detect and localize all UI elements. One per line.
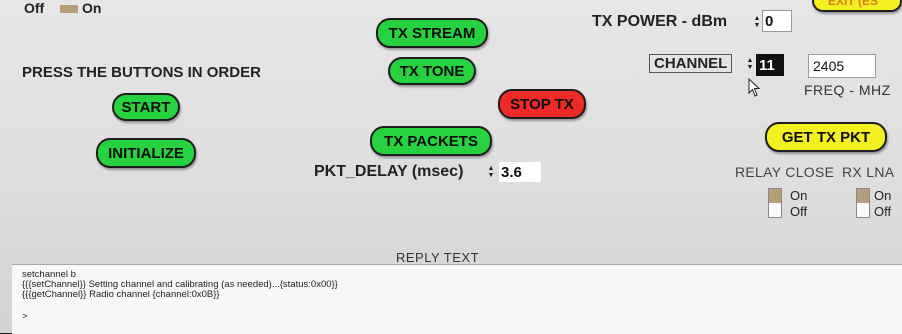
tx-packets-button[interactable]: TX PACKETS (370, 126, 492, 156)
tx-tone-button[interactable]: TX TONE (388, 57, 476, 85)
instructions-text: PRESS THE BUTTONS IN ORDER (22, 64, 261, 81)
spin-down-icon[interactable]: ▼ (747, 64, 754, 71)
pkt-delay-input[interactable]: 3.6 (498, 161, 542, 183)
tx-power-input[interactable]: 0 (762, 10, 792, 32)
spin-up-icon[interactable]: ▲ (747, 57, 754, 64)
rx-lna-toggle[interactable] (856, 188, 870, 218)
exit-button[interactable]: EXIT (ES (812, 0, 902, 12)
relay-close-toggle-thumb[interactable] (769, 189, 781, 203)
channel-label: CHANNEL (649, 54, 733, 73)
pkt-delay-spinner[interactable]: ▲ ▼ (487, 164, 495, 180)
top-toggle-on-label: On (82, 0, 102, 16)
reply-text-area[interactable]: setchannel b {{{setChannel}} Setting cha… (12, 264, 902, 334)
pkt-delay-label: PKT_DELAY (msec) (314, 163, 464, 180)
reply-line: {{{getChannel}} Radio channel {channel:0… (22, 289, 220, 300)
rx-lna-toggle-thumb[interactable] (857, 189, 869, 203)
top-toggle-off-label: Off (24, 0, 45, 16)
channel-input[interactable]: 11 (756, 54, 784, 76)
rx-lna-label: RX LNA (842, 164, 895, 180)
relay-close-on-label: On (790, 188, 808, 203)
relay-close-label: RELAY CLOSE (735, 164, 835, 180)
reply-prompt: > (22, 311, 28, 322)
relay-close-off-label: Off (790, 204, 808, 219)
control-panel: Off On PRESS THE BUTTONS IN ORDER START … (0, 0, 902, 334)
spin-down-icon[interactable]: ▼ (754, 22, 761, 29)
tx-power-spinner[interactable]: ▲ ▼ (753, 14, 761, 30)
channel-spinner[interactable]: ▲ ▼ (746, 56, 754, 72)
rx-lna-on-label: On (874, 188, 892, 203)
mouse-cursor-icon (748, 78, 761, 97)
tx-stream-button[interactable]: TX STREAM (376, 18, 488, 48)
rx-lna-off-label: Off (874, 204, 892, 219)
top-toggle-switch[interactable] (60, 5, 78, 13)
relay-close-toggle[interactable] (768, 188, 782, 218)
spin-up-icon[interactable]: ▲ (754, 15, 761, 22)
reply-text-title: REPLY TEXT (396, 250, 480, 265)
stop-tx-button[interactable]: STOP TX (498, 89, 586, 119)
spin-up-icon[interactable]: ▲ (488, 165, 495, 172)
freq-input[interactable]: 2405 (808, 54, 876, 78)
get-tx-pkt-button[interactable]: GET TX PKT (765, 122, 887, 152)
freq-label: FREQ - MHZ (804, 82, 891, 98)
start-button[interactable]: START (112, 93, 180, 121)
tx-power-label: TX POWER - dBm (592, 13, 728, 30)
spin-down-icon[interactable]: ▼ (488, 172, 495, 179)
initialize-button[interactable]: INITIALIZE (96, 138, 196, 168)
